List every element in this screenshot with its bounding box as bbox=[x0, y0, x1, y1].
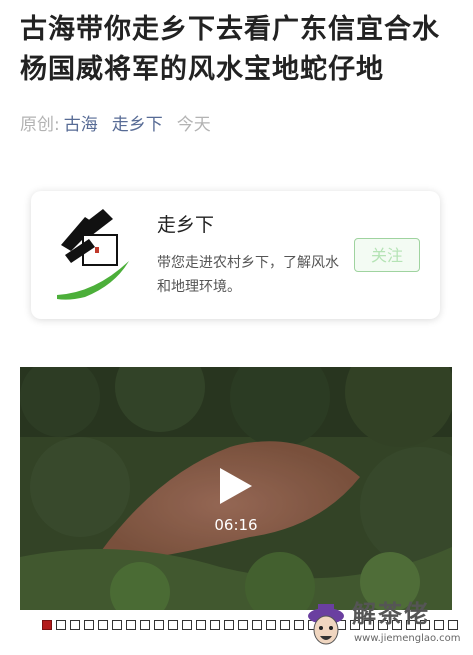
watermark-url: www.jiemenglao.com bbox=[354, 633, 461, 644]
account-description: 带您走进农村乡下，了解风水和地理环境。 bbox=[157, 255, 339, 295]
progress-segment bbox=[56, 620, 66, 630]
account-logo bbox=[57, 209, 129, 300]
progress-segment bbox=[70, 620, 80, 630]
progress-segment bbox=[196, 620, 206, 630]
watermark: 解茶佬 www.jiemenglao.com bbox=[300, 598, 470, 652]
progress-segment bbox=[210, 620, 220, 630]
progress-segment bbox=[140, 620, 150, 630]
article-meta: 原创: 古海 走乡下 今天 bbox=[20, 112, 211, 138]
play-icon[interactable] bbox=[218, 466, 254, 506]
account-card[interactable]: 走乡下 带您走进农村乡下，了解风水和地理环境。 关注 bbox=[31, 191, 440, 319]
progress-segment bbox=[126, 620, 136, 630]
publish-date: 今天 bbox=[176, 115, 211, 135]
author-link[interactable]: 古海 bbox=[64, 115, 98, 135]
progress-segment bbox=[252, 620, 262, 630]
progress-segment bbox=[168, 620, 178, 630]
article-title: 古海带你走乡下去看广东信宜合水杨国威将军的风水宝地蛇仔地 bbox=[20, 14, 440, 85]
progress-segment bbox=[154, 620, 164, 630]
follow-button[interactable]: 关注 bbox=[354, 238, 420, 272]
progress-segment-played bbox=[42, 620, 52, 630]
source-account-link[interactable]: 走乡下 bbox=[112, 115, 163, 135]
progress-segment bbox=[112, 620, 122, 630]
progress-segment bbox=[182, 620, 192, 630]
mascot-icon bbox=[308, 604, 344, 645]
progress-segment bbox=[98, 620, 108, 630]
video-duration: 06:16 bbox=[214, 516, 258, 534]
progress-segment bbox=[224, 620, 234, 630]
progress-segment bbox=[266, 620, 276, 630]
video-player[interactable]: 06:16 bbox=[20, 367, 452, 610]
progress-segment bbox=[84, 620, 94, 630]
account-name: 走乡下 bbox=[157, 214, 215, 236]
progress-segment bbox=[238, 620, 248, 630]
original-label: 原创: bbox=[20, 115, 60, 135]
progress-segment bbox=[280, 620, 290, 630]
watermark-name: 解茶佬 bbox=[352, 600, 430, 628]
